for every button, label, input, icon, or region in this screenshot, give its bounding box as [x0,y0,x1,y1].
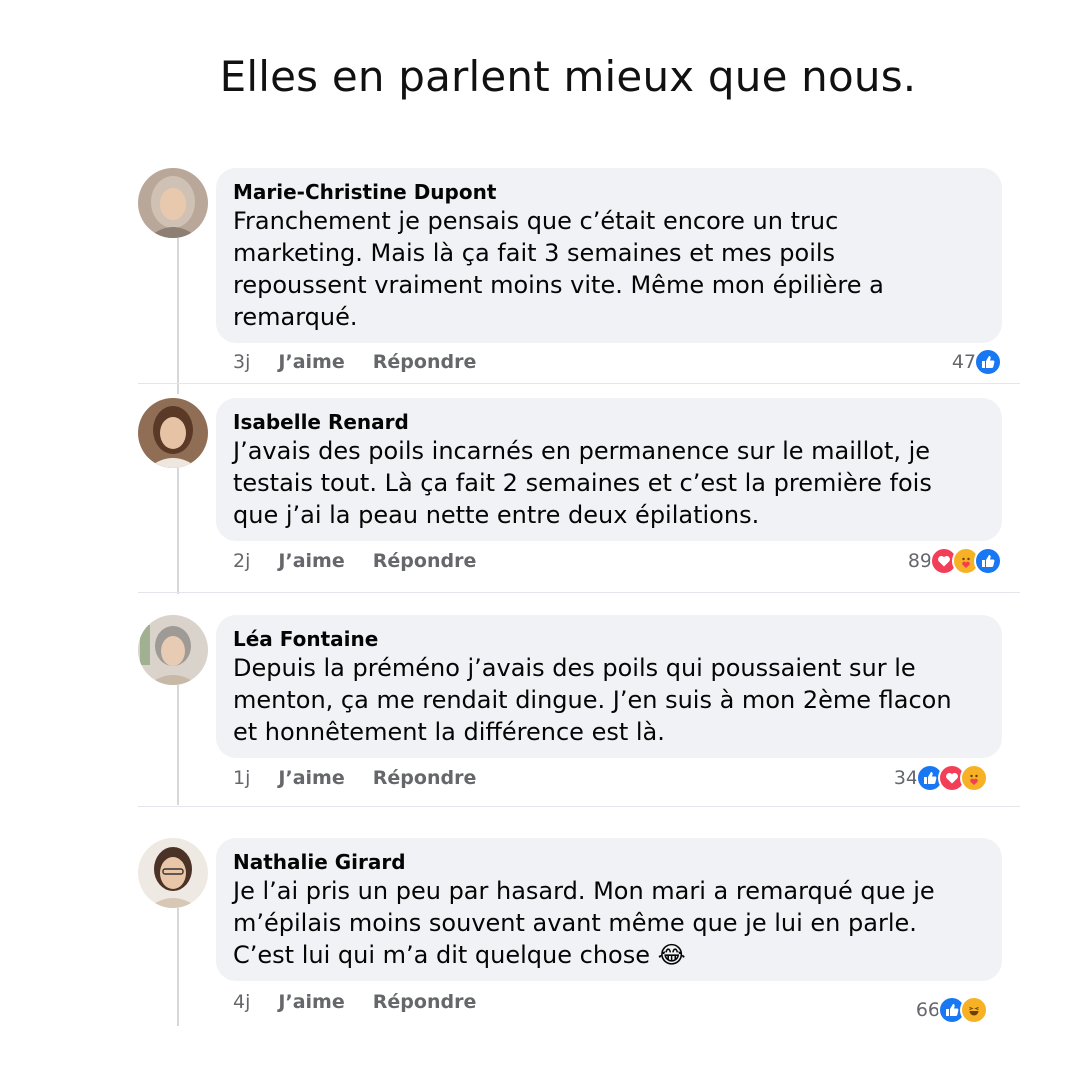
comment-author[interactable]: Léa Fontaine [233,626,984,652]
reaction-count: 89 [907,550,932,572]
divider [138,383,1020,384]
comment-actions: 4j J’aime Répondre [233,988,498,1016]
comment-actions: 1j J’aime Répondre [233,764,498,792]
comment-bubble: Marie-Christine Dupont Franchement je pe… [216,168,1002,343]
comment-bubble: Nathalie Girard Je l’ai pris un peu par … [216,838,1002,981]
comment-time[interactable]: 1j [233,764,250,792]
like-button[interactable]: J’aime [278,988,344,1016]
like-button[interactable]: J’aime [278,348,344,376]
comment-time[interactable]: 2j [233,547,250,575]
comment-text: Franchement je pensais que c’était encor… [233,207,884,331]
like-button[interactable]: J’aime [278,764,344,792]
comment-actions: 3j J’aime Répondre [233,348,498,376]
page-headline: Elles en parlent mieux que nous. [219,52,917,101]
comment-text: Je l’ai pris un peu par hasard. Mon mari… [233,877,935,969]
thread-line [177,468,179,594]
avatar[interactable] [138,615,208,685]
comment-time[interactable]: 4j [233,988,250,1016]
reaction-summary[interactable]: 47 [952,348,1002,376]
care-icon [960,764,988,792]
reply-button[interactable]: Répondre [373,348,477,376]
thread-line [177,238,179,394]
reaction-summary[interactable]: 34 [894,764,988,792]
comment-actions: 2j J’aime Répondre [233,547,498,575]
reply-button[interactable]: Répondre [373,764,477,792]
divider [138,806,1020,807]
reaction-count: 66 [915,999,940,1021]
haha-icon [960,996,988,1024]
comment-bubble: Isabelle Renard J’avais des poils incarn… [216,398,1002,541]
reaction-summary[interactable]: 89 [908,547,1002,575]
comment-text: J’avais des poils incarnés en permanence… [233,437,932,529]
comment-bubble: Léa Fontaine Depuis la préméno j’avais d… [216,615,1002,758]
reply-button[interactable]: Répondre [373,988,477,1016]
like-icon [974,348,1002,376]
divider [138,592,1020,593]
avatar[interactable] [138,398,208,468]
reaction-summary[interactable]: 66 [916,996,988,1024]
thread-line [177,685,179,805]
comment-author[interactable]: Isabelle Renard [233,409,984,435]
avatar[interactable] [138,838,208,908]
like-icon [974,547,1002,575]
reaction-count: 47 [951,351,976,373]
avatar[interactable] [138,168,208,238]
thread-line [177,908,179,1026]
comment-time[interactable]: 3j [233,348,250,376]
comment-text: Depuis la préméno j’avais des poils qui … [233,654,952,746]
reaction-count: 34 [893,767,918,789]
comment-author[interactable]: Marie-Christine Dupont [233,179,984,205]
reply-button[interactable]: Répondre [373,547,477,575]
like-button[interactable]: J’aime [278,547,344,575]
comment-author[interactable]: Nathalie Girard [233,849,984,875]
